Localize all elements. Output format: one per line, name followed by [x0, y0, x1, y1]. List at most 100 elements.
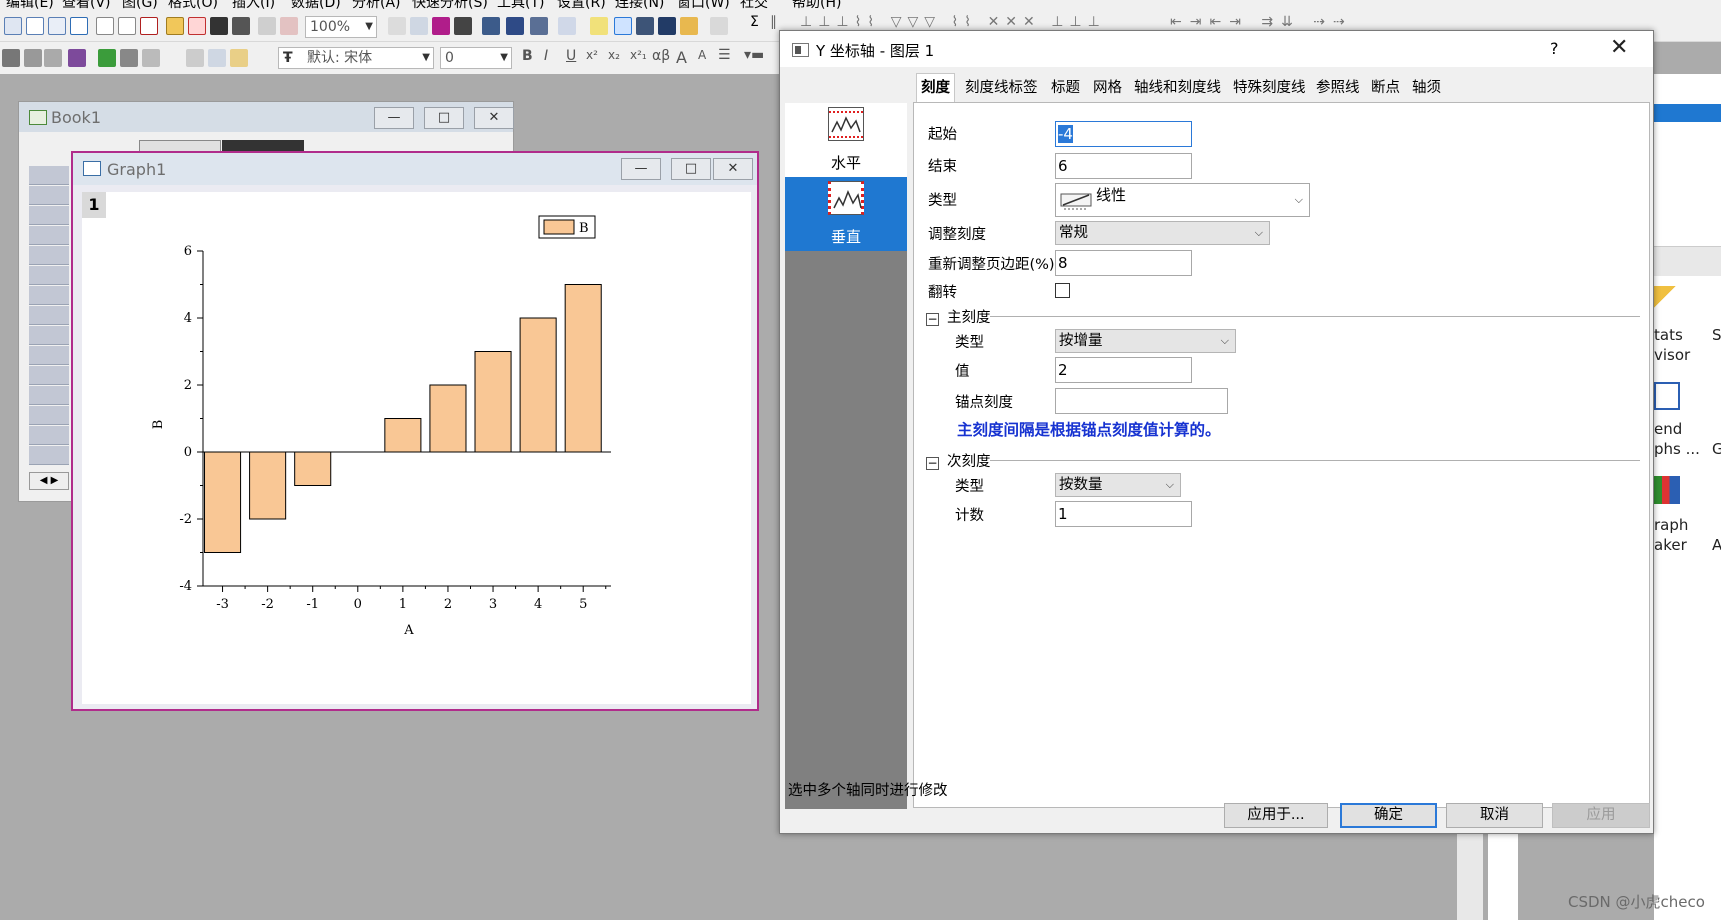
minor-type-select[interactable]: 按数量 ⌵: [1055, 473, 1181, 497]
row-header[interactable]: [29, 326, 69, 345]
slide-show-icon[interactable]: [432, 17, 450, 35]
extract-icon[interactable]: [44, 49, 62, 67]
menu-data[interactable]: 数据(D): [291, 0, 341, 10]
major-type-select[interactable]: 按增量 ⌵: [1055, 329, 1236, 353]
tab-tick-labels[interactable]: 刻度线标签: [960, 73, 1043, 103]
row-header[interactable]: [29, 206, 69, 225]
collapse-icon[interactable]: −: [926, 313, 939, 326]
menu-tools[interactable]: 工具(T): [497, 0, 544, 10]
dialog-titlebar[interactable]: Y 坐标轴 - 图层 1 ? ✕: [780, 31, 1653, 67]
zoom-select[interactable]: 100% ▼: [305, 16, 377, 38]
tab-special-ticks[interactable]: 特殊刻度线: [1228, 73, 1311, 103]
font-size-select[interactable]: 0 ▼: [440, 47, 512, 69]
minor-count-input[interactable]: 1: [1055, 501, 1192, 527]
row-header[interactable]: [29, 386, 69, 405]
axis-dialog[interactable]: Y 坐标轴 - 图层 1 ? ✕ 水平 垂直 刻度 刻度线标签 标题 网格 轴线…: [779, 30, 1654, 834]
book1-titlebar[interactable]: Book1 — □ ✕: [19, 102, 514, 132]
bold-button[interactable]: B: [522, 48, 533, 64]
layer-icon[interactable]: [2, 49, 20, 67]
data-display-icon[interactable]: [636, 17, 654, 35]
close-button[interactable]: ✕: [713, 158, 753, 180]
stats-advisor-line2[interactable]: visor: [1654, 346, 1690, 364]
word-icon[interactable]: [1654, 382, 1680, 410]
plot-toolbar-icons[interactable]: ⊥⊥⊥⌇⌇ ▽▽▽ ⌇⌇ ✕✕✕ ⊥⊥⊥: [800, 14, 1106, 30]
maximize-button[interactable]: □: [424, 107, 464, 129]
minor-ticks-section[interactable]: − 次刻度: [926, 450, 991, 471]
end-input[interactable]: 6: [1055, 153, 1192, 179]
cut-icon[interactable]: [186, 49, 204, 67]
underline-button[interactable]: U: [566, 48, 576, 64]
side-item-vertical[interactable]: 垂直: [785, 177, 907, 251]
new-layout-icon[interactable]: [140, 17, 158, 35]
row-header[interactable]: [29, 446, 69, 465]
save-project-icon[interactable]: [210, 17, 228, 35]
recalculate-icon[interactable]: [280, 17, 298, 35]
apps-icon[interactable]: [680, 17, 698, 35]
major-value-input[interactable]: 2: [1055, 357, 1192, 383]
open-template-icon[interactable]: [188, 17, 206, 35]
minimize-button[interactable]: —: [374, 107, 414, 129]
row-header[interactable]: [29, 366, 69, 385]
wand-icon[interactable]: [1654, 286, 1680, 314]
row-header[interactable]: [29, 306, 69, 325]
row-header[interactable]: [29, 246, 69, 265]
stats-advisor-line1[interactable]: tats: [1654, 326, 1683, 344]
apply-button[interactable]: 应用: [1552, 803, 1650, 828]
new-graph-icon[interactable]: [70, 17, 88, 35]
scale-type-select[interactable]: 线性 ⌵: [1055, 183, 1310, 217]
maximize-button[interactable]: □: [671, 158, 711, 180]
graph1-titlebar[interactable]: Graph1 — □ ✕: [73, 153, 757, 185]
merge-icon[interactable]: [24, 49, 42, 67]
add-column-icon[interactable]: [710, 17, 728, 35]
tab-scale[interactable]: 刻度: [916, 73, 955, 103]
subscript-button[interactable]: x₂: [608, 48, 620, 62]
supersubscript-button[interactable]: x²₁: [630, 48, 647, 62]
formula-icon[interactable]: [658, 17, 676, 35]
row-header[interactable]: [29, 166, 69, 185]
arrange-toolbar-icons[interactable]: ⇤⇥⇤⇥ ⇉⇊ ⇢⇢: [1170, 14, 1353, 30]
data-reader-icon[interactable]: [614, 17, 632, 35]
add-plot-icon[interactable]: [98, 49, 116, 67]
menu-help[interactable]: 帮助(H): [792, 0, 841, 10]
send-graphs-line2[interactable]: phs ...: [1654, 440, 1700, 458]
column-stats-icon[interactable]: ∥: [770, 14, 777, 30]
row-header[interactable]: [29, 226, 69, 245]
tab-grids[interactable]: 网格: [1088, 73, 1127, 103]
dialog-close-button[interactable]: ✕: [1610, 35, 1628, 60]
close-button[interactable]: ✕: [474, 107, 514, 129]
more-format-icon[interactable]: ▾▬: [744, 47, 764, 63]
italic-button[interactable]: I: [544, 48, 548, 64]
copy-icon[interactable]: [208, 49, 226, 67]
new-notes-icon[interactable]: [118, 17, 136, 35]
menu-quick-analysis[interactable]: 快速分析(S): [412, 0, 488, 10]
new-worksheet-icon[interactable]: [26, 17, 44, 35]
menu-analysis[interactable]: 分析(A): [352, 0, 401, 10]
bar-chart[interactable]: -4 -2 0 2 4 6 -3 -2 -1 0 1 2 3 4 5 A B B: [82, 192, 751, 704]
new-matrix-icon[interactable]: [48, 17, 66, 35]
rescale-margin-input[interactable]: 8: [1055, 250, 1192, 276]
new-project-icon[interactable]: [4, 17, 22, 35]
row-header[interactable]: [29, 406, 69, 425]
project-explorer-icon[interactable]: [558, 17, 576, 35]
menu-social[interactable]: 社交: [740, 0, 768, 10]
increase-font-button[interactable]: A: [676, 48, 687, 67]
side-toolbar[interactable]: [1457, 823, 1483, 920]
row-header[interactable]: [29, 426, 69, 445]
menu-graph[interactable]: 图(G): [122, 0, 158, 10]
graph-object-icon[interactable]: [68, 49, 86, 67]
graph-maker-icon[interactable]: [1654, 476, 1680, 504]
menu-edit[interactable]: 编辑(E): [6, 0, 54, 10]
tab-line-and-ticks[interactable]: 轴线和刻度线: [1129, 73, 1226, 103]
row-header[interactable]: [29, 286, 69, 305]
side-item-horizontal[interactable]: 水平: [785, 103, 907, 177]
tab-rug[interactable]: 轴须: [1407, 73, 1446, 103]
row-header[interactable]: [29, 266, 69, 285]
send-graphs-line1[interactable]: end: [1654, 420, 1682, 438]
code-builder-icon[interactable]: [530, 17, 548, 35]
menu-settings[interactable]: 设置(R): [557, 0, 606, 10]
sigma-icon[interactable]: Σ: [750, 14, 759, 30]
align-icon[interactable]: ☰: [718, 47, 731, 63]
save-template-icon[interactable]: [232, 17, 250, 35]
cancel-button[interactable]: 取消: [1446, 803, 1543, 828]
greek-button[interactable]: αβ: [652, 48, 670, 64]
